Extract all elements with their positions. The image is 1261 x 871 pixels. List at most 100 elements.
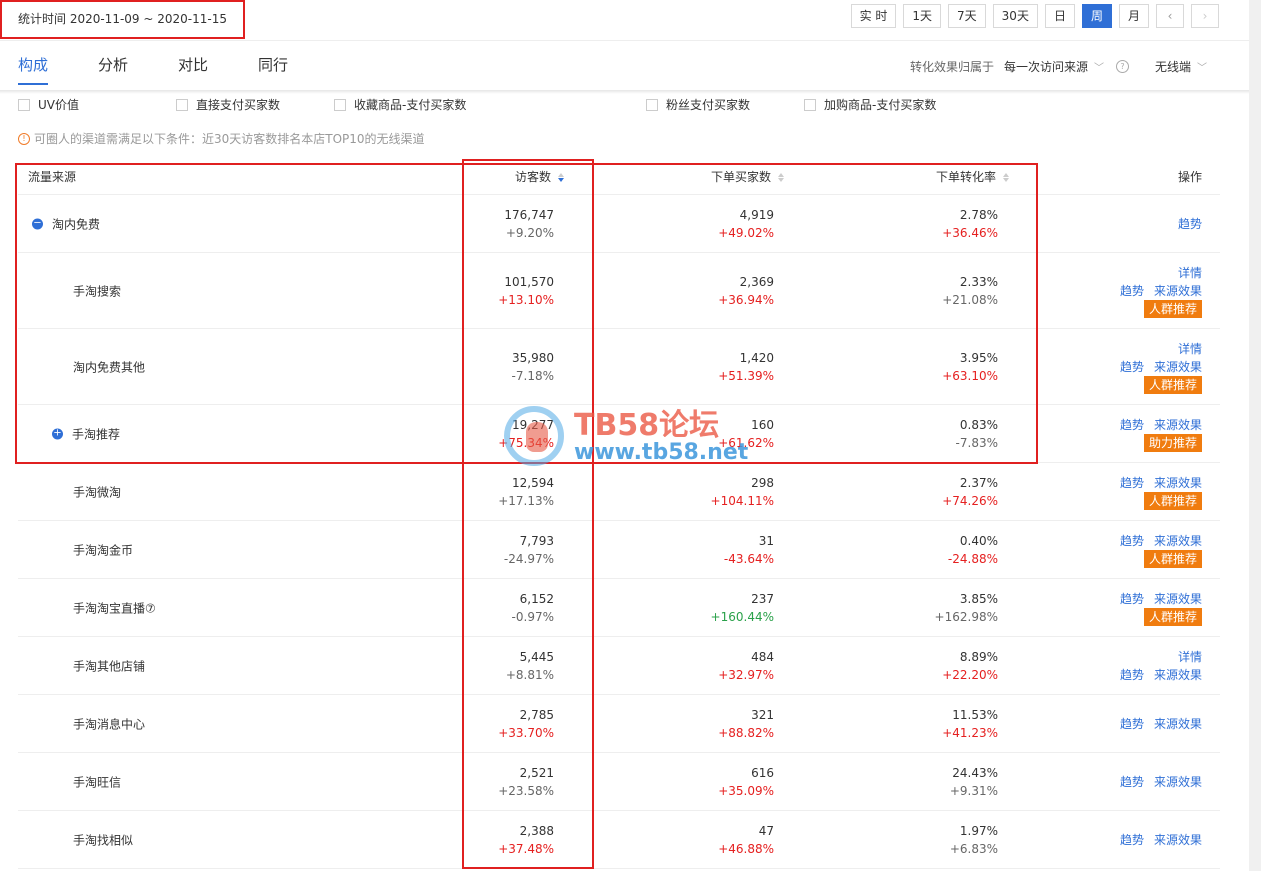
metric-option-uv-value[interactable]: UV价值 [18,96,79,113]
period-realtime-button[interactable]: 实 时 [850,4,897,28]
device-select[interactable]: 无线端 [1155,58,1191,75]
metric-label: 收藏商品-支付买家数 [354,98,467,112]
sort-icon[interactable] [1002,172,1010,183]
recommend-badge-button[interactable]: 助力推荐 [1143,433,1202,452]
attribution-select[interactable]: 每一次访问来源 [1004,58,1088,75]
sort-icon[interactable] [557,172,565,183]
metric-label: UV价值 [38,98,79,112]
buyers-cell: 616 +35.09% [718,764,774,800]
recommend-badge-button[interactable]: 人群推荐 [1143,549,1202,568]
header-conversion[interactable]: 下单转化率 [936,168,1010,185]
visitors-delta: -24.97% [503,551,554,566]
tab-bar: 构成 分析 对比 同行 [18,54,288,85]
metric-option-fav-pay-buyers[interactable]: 收藏商品-支付买家数 [334,96,466,113]
source-effect-link[interactable]: 来源效果 [1154,717,1202,731]
tab-composition[interactable]: 构成 [18,54,49,85]
visitors-value: 19,277 [512,417,554,432]
buyers-value: 2,369 [739,274,774,289]
checkbox-icon[interactable] [804,98,816,111]
visitors-cell: 5,445 +8.81% [506,648,554,684]
metric-option-cart-pay-buyers[interactable]: 加购商品-支付买家数 [804,96,936,113]
recommend-badge-button[interactable]: 人群推荐 [1143,299,1202,318]
header-visitors[interactable]: 访客数 [515,168,565,185]
source-name: 手淘推荐 [72,427,121,441]
visitors-value: 2,388 [519,823,554,838]
source-effect-link[interactable]: 来源效果 [1154,668,1202,682]
source-effect-link[interactable]: 来源效果 [1154,360,1202,374]
trend-link[interactable]: 趋势 [1120,833,1144,847]
trend-link[interactable]: 趋势 [1120,534,1144,548]
header-shadow [0,90,1249,94]
header-actions: 操作 [1177,170,1202,184]
recommend-badge-button[interactable]: 人群推荐 [1143,491,1202,510]
trend-link[interactable]: 趋势 [1120,418,1144,432]
period-week-button[interactable]: 周 [1081,4,1112,28]
checkbox-icon[interactable] [646,98,658,111]
conversion-cell: 2.78% +36.46% [942,206,998,242]
source-name: 手淘淘宝直播⑦ [73,601,156,615]
checkbox-icon[interactable] [176,98,188,111]
conversion-delta: +162.98% [934,609,998,624]
trend-link[interactable]: 趋势 [1120,360,1144,374]
visitors-value: 7,793 [519,533,554,548]
recommend-badge-button[interactable]: 人群推荐 [1143,375,1202,394]
header-buyers[interactable]: 下单买家数 [711,168,785,185]
help-icon[interactable]: ? [1115,60,1129,73]
actions-cell: 趋势 [1168,215,1202,233]
action-line: 趋势 来源效果 [1110,532,1202,550]
collapse-icon[interactable]: − [32,218,43,229]
period-1day-button[interactable]: 1天 [903,4,942,28]
period-day-button[interactable]: 日 [1044,4,1075,28]
trend-link[interactable]: 趋势 [1120,476,1144,490]
source-effect-link[interactable]: 来源效果 [1154,476,1202,490]
actions-cell: 趋势 来源效果 人群推荐 [1110,474,1202,510]
source-effect-link[interactable]: 来源效果 [1154,284,1202,298]
chevron-down-icon: ﹀ [1197,63,1207,74]
conversion-delta: +22.20% [942,667,998,682]
metric-option-fan-pay-buyers[interactable]: 粉丝支付买家数 [646,96,750,113]
period-7day-button[interactable]: 7天 [948,4,986,28]
trend-link[interactable]: 趋势 [1178,217,1202,231]
period-30day-button[interactable]: 30天 [992,4,1038,28]
checkbox-icon[interactable] [334,98,346,111]
details-link[interactable]: 详情 [1178,342,1202,356]
trend-link[interactable]: 趋势 [1120,284,1144,298]
metric-label: 粉丝支付买家数 [666,98,751,112]
tab-analysis[interactable]: 分析 [98,54,128,85]
source-name: 淘内免费其他 [73,360,146,374]
expand-icon[interactable]: + [52,428,63,439]
buyers-value: 237 [751,591,774,606]
buyers-value: 484 [751,649,774,664]
sort-icon[interactable] [777,172,785,183]
notice-bar: ! 可圈人的渠道需满足以下条件：近30天访客数排名本店TOP10的无线渠道 [18,130,425,147]
tab-compare[interactable]: 对比 [178,54,208,85]
trend-link[interactable]: 趋势 [1120,592,1144,606]
tab-peers[interactable]: 同行 [258,54,288,85]
recommend-badge-button[interactable]: 人群推荐 [1143,607,1202,626]
conversion-value: 8.89% [959,649,998,664]
conversion-delta: +36.46% [942,225,998,240]
details-link[interactable]: 详情 [1178,650,1202,664]
trend-link[interactable]: 趋势 [1120,775,1144,789]
checkbox-icon[interactable] [18,98,30,111]
trend-link[interactable]: 趋势 [1120,717,1144,731]
prev-period-button[interactable]: ‹ [1156,4,1184,28]
period-month-button[interactable]: 月 [1118,4,1149,28]
source-effect-link[interactable]: 来源效果 [1154,534,1202,548]
chevron-left-icon: ‹ [1167,9,1173,23]
buyers-cell: 237 +160.44% [711,590,774,626]
metric-option-direct-pay-buyers[interactable]: 直接支付买家数 [176,96,280,113]
conversion-value: 2.33% [959,274,998,289]
trend-link[interactable]: 趋势 [1120,668,1144,682]
table-row: 手淘消息中心 2,785 +33.70% 321 +88.82% 11.53% +41.23… [18,695,1220,753]
details-link[interactable]: 详情 [1178,266,1202,280]
source-effect-link[interactable]: 来源效果 [1154,775,1202,789]
source-effect-link[interactable]: 来源效果 [1154,418,1202,432]
conversion-value: 0.40% [959,533,998,548]
visitors-cell: 7,793 -24.97% [504,532,554,568]
source-effect-link[interactable]: 来源效果 [1154,833,1202,847]
page-scrollbar[interactable] [1249,0,1261,871]
action-line: 趋势 来源效果 [1110,666,1202,684]
next-period-button[interactable]: › [1191,4,1219,28]
source-effect-link[interactable]: 来源效果 [1154,592,1202,606]
